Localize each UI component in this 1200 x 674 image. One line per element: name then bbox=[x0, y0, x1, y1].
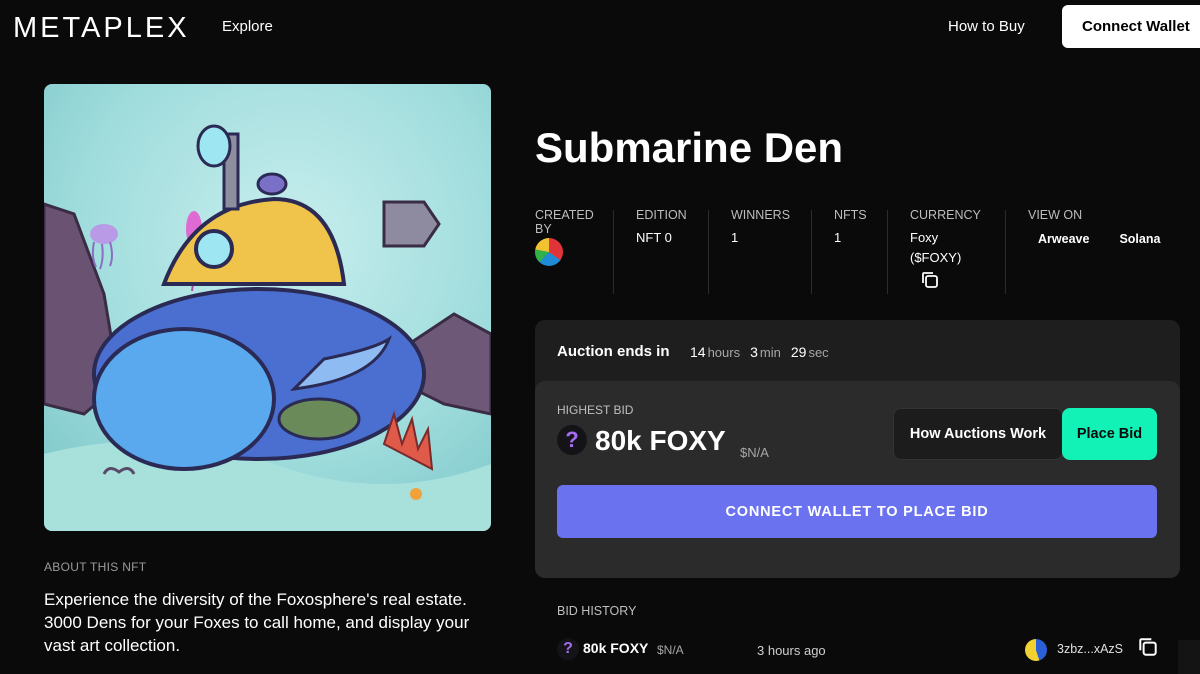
scrollbar[interactable] bbox=[1178, 640, 1200, 674]
place-bid-button[interactable]: Place Bid bbox=[1062, 408, 1157, 460]
winners-label: WINNERS bbox=[731, 208, 791, 222]
countdown-hours: 14 bbox=[690, 344, 706, 360]
view-on-label: VIEW ON bbox=[1028, 208, 1083, 222]
nav-how-to-buy-link[interactable]: How to Buy bbox=[948, 18, 1025, 35]
highest-bid-amount: 80k FOXY bbox=[595, 425, 726, 456]
top-nav: METAPLEX Explore How to Buy Connect Wall… bbox=[0, 0, 1200, 54]
creator-avatar[interactable] bbox=[535, 238, 563, 266]
bid-history-label: BID HISTORY bbox=[557, 604, 637, 618]
nfts-value: 1 bbox=[834, 230, 842, 245]
countdown-minutes-unit: min bbox=[759, 345, 781, 360]
nav-explore-link[interactable]: Explore bbox=[222, 18, 273, 35]
metaplex-logo[interactable]: METAPLEX bbox=[13, 12, 190, 45]
nft-title: Submarine Den bbox=[535, 124, 844, 171]
divider bbox=[811, 210, 812, 294]
divider bbox=[613, 210, 614, 294]
auction-countdown: 14 hours 3 min 29 sec bbox=[690, 344, 829, 360]
how-auctions-work-button[interactable]: How Auctions Work bbox=[893, 408, 1063, 460]
connect-wallet-button[interactable]: Connect Wallet bbox=[1062, 5, 1200, 48]
edition-column: EDITION NFT 0 bbox=[636, 208, 687, 248]
countdown-seconds-unit: sec bbox=[808, 345, 829, 360]
foxy-token-icon: ? bbox=[557, 638, 579, 660]
submarine-illustration bbox=[44, 84, 491, 531]
countdown-hours-unit: hours bbox=[707, 345, 741, 360]
bidder-avatar bbox=[1025, 639, 1047, 661]
highest-bid-label: HIGHEST BID bbox=[557, 403, 634, 417]
edition-value: NFT 0 bbox=[636, 230, 672, 245]
winners-value: 1 bbox=[731, 230, 739, 245]
bid-time: 3 hours ago bbox=[757, 643, 826, 658]
copy-icon[interactable] bbox=[920, 270, 940, 295]
about-nft-text: Experience the diversity of the Foxosphe… bbox=[44, 590, 470, 655]
highest-bid-usd: $N/A bbox=[740, 445, 769, 460]
divider bbox=[708, 210, 709, 294]
divider bbox=[887, 210, 888, 294]
view-on-arweave-link[interactable]: Arweave bbox=[1038, 232, 1089, 246]
currency-value: Foxy ($FOXY) bbox=[910, 230, 962, 265]
winners-column: WINNERS 1 bbox=[731, 208, 790, 248]
edition-label: EDITION bbox=[636, 208, 687, 222]
view-on-solana-link[interactable]: Solana bbox=[1119, 232, 1160, 246]
nfts-column: NFTS 1 bbox=[834, 208, 867, 248]
auction-ends-label: Auction ends in bbox=[557, 343, 670, 360]
auction-card: Auction ends in 14 hours 3 min 29 sec HIGHE… bbox=[535, 320, 1180, 578]
currency-label: CURRENCY bbox=[910, 208, 981, 222]
connect-wallet-to-bid-button[interactable]: CONNECT WALLET TO PLACE BID bbox=[557, 485, 1157, 538]
bid-amount: 80k FOXY bbox=[583, 640, 649, 656]
currency-column: CURRENCY Foxy ($FOXY) bbox=[910, 208, 990, 295]
countdown-minutes: 3 bbox=[750, 344, 758, 360]
nft-artwork-image[interactable] bbox=[44, 84, 491, 531]
copy-icon[interactable] bbox=[1137, 636, 1159, 663]
bid-panel: HIGHEST BID ? 80k FOXY $N/A How Auctions… bbox=[535, 381, 1180, 578]
nfts-label: NFTS bbox=[834, 208, 867, 222]
bid-usd: $N/A bbox=[657, 643, 684, 657]
view-on-column: VIEW ON Arweave Solana bbox=[1028, 208, 1160, 246]
foxy-token-icon: ? bbox=[557, 425, 587, 455]
countdown-seconds: 29 bbox=[790, 344, 807, 360]
bid-history-row: ? 80k FOXY $N/A 3 hours ago 3zbz...xAzS bbox=[557, 636, 1177, 664]
bidder-address[interactable]: 3zbz...xAzS bbox=[1057, 642, 1123, 656]
created-by-column: CREATED BY bbox=[535, 208, 597, 266]
nft-metadata-row: CREATED BY EDITION NFT 0 WINNERS 1 NFTS … bbox=[535, 208, 1175, 298]
created-by-label: CREATED BY bbox=[535, 208, 594, 236]
about-nft-label: ABOUT THIS NFT bbox=[44, 560, 147, 574]
divider bbox=[1005, 210, 1006, 294]
